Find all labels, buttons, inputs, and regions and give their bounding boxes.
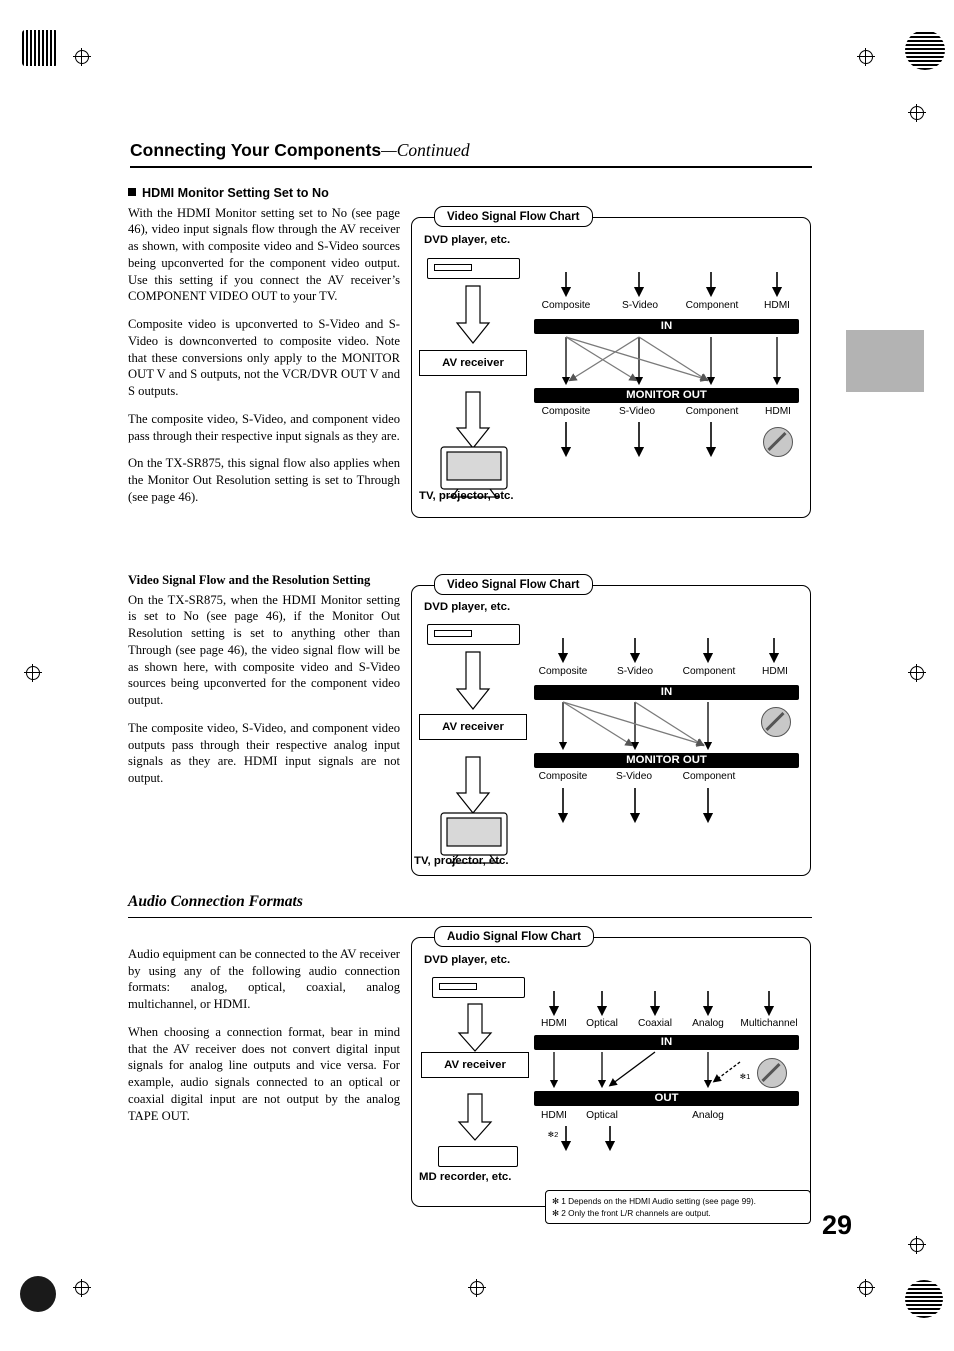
chart3-arrow-layer: [457, 991, 775, 1152]
page-number: 29: [822, 1210, 853, 1240]
chart3-footnotes: ✻ 1 Depends on the HDMI Audio setting (s…: [545, 1190, 811, 1225]
manual-page: Connecting Your Components—Continued HDM…: [0, 0, 954, 1351]
chart3-footnote-1: ✻ 1 Depends on the HDMI Audio setting (s…: [552, 1196, 756, 1206]
chart3-footnote-2: ✻ 2 Only the front L/R channels are outp…: [552, 1208, 711, 1219]
